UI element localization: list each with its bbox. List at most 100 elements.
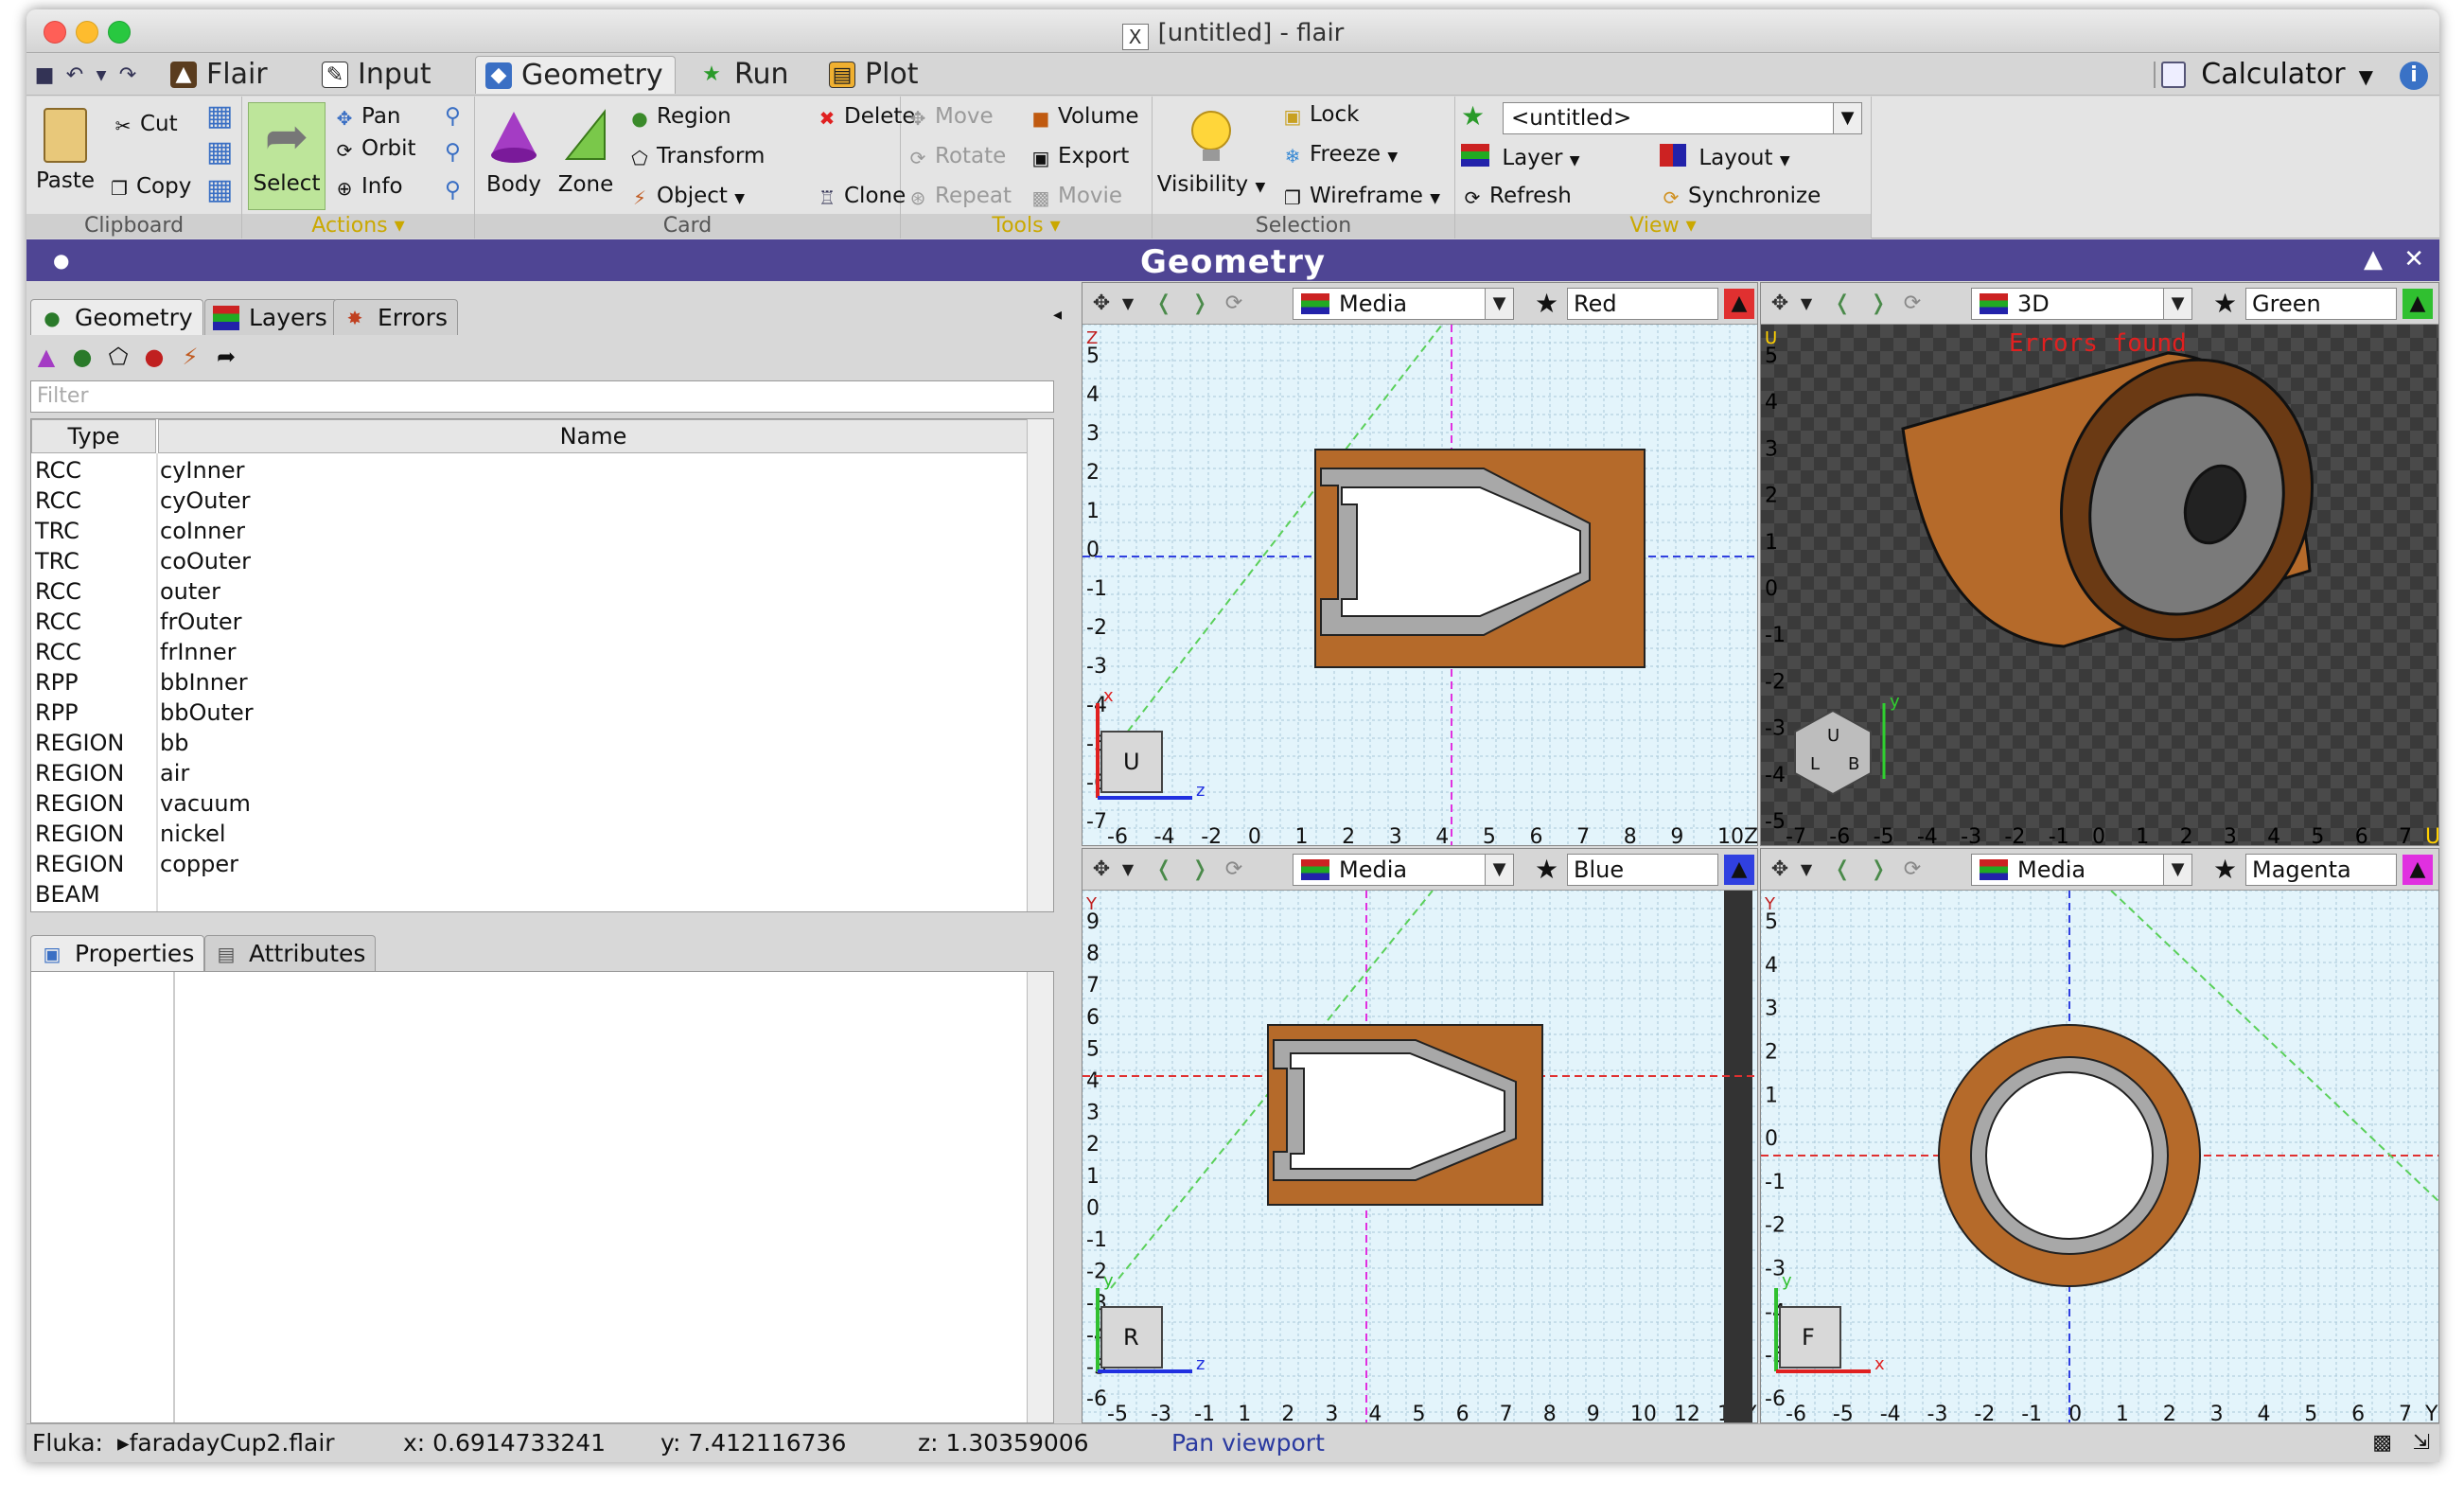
layer-button[interactable]: Layer ▼ [1461, 144, 1580, 175]
clone-button[interactable]: ♖ Clone [816, 182, 906, 210]
filter-region-icon[interactable]: ● [68, 343, 97, 371]
table-row[interactable]: RCC frOuter [31, 607, 1053, 637]
select-button[interactable]: ➦ Select [248, 102, 326, 210]
lock-button[interactable]: ▣ Lock [1281, 100, 1360, 129]
tab-properties[interactable]: ▣ Properties [30, 935, 205, 971]
table-row[interactable]: RCC cyOuter [31, 486, 1053, 516]
movie-button[interactable]: ▩ Movie [1030, 182, 1123, 210]
grid-select-icon[interactable]: ▦ [206, 102, 233, 131]
viewport-forward-icon[interactable]: ❭ [1187, 291, 1213, 317]
volume-button[interactable]: ■ Volume [1030, 102, 1139, 131]
visibility-button[interactable]: Visibility ▼ [1153, 108, 1270, 197]
object-button[interactable]: ⚡ Object ▼ [628, 182, 745, 213]
viewport-2[interactable]: ✥ ▼ ❬ ❭ ⟳ 3D ▼ ★ Green ▲ 5 4 3 2 1 0 -1 -2 -3 -4 -5 -7 -6 -5 -4-… [1760, 282, 2439, 846]
column-name[interactable]: Name [158, 419, 1029, 453]
table-row[interactable]: REGION bb [31, 728, 1053, 758]
layer-select[interactable]: Media ▼ [1293, 288, 1514, 320]
paste-button[interactable]: Paste [32, 108, 98, 193]
resize-grip-icon[interactable]: ⇲ [2413, 1424, 2430, 1462]
viewport-forward-icon[interactable]: ❭ [1187, 856, 1213, 883]
star-icon[interactable]: ★ [1535, 291, 1558, 317]
viewport-color-field[interactable]: Magenta [2245, 854, 2397, 886]
calculator-menu[interactable]: Calculator ▼ [2157, 56, 2373, 96]
copy-button[interactable]: ❐ Copy [108, 172, 191, 201]
zone-button[interactable]: Zone [553, 108, 619, 197]
properties-scrollbar[interactable] [1027, 972, 1053, 1422]
table-row[interactable]: RCC cyInner [31, 455, 1053, 486]
move-button[interactable]: ✥ Move [906, 102, 994, 131]
layer-select[interactable]: 3D ▼ [1971, 288, 2192, 320]
rotate-button[interactable]: ⟳ Rotate [906, 142, 1007, 170]
viewport-color-field[interactable]: Blue [1567, 854, 1718, 886]
viewport-action-dropdown-icon[interactable]: ▼ [1115, 856, 1141, 883]
wireframe-button[interactable]: ❐ Wireframe ▼ [1281, 182, 1440, 213]
grid-select-2-icon[interactable]: ▦ [206, 138, 233, 167]
undo-icon[interactable]: ↶ [62, 63, 87, 88]
table-row[interactable]: REGION vacuum [31, 788, 1053, 819]
view-group-label[interactable]: View ▾ [1455, 214, 1871, 238]
viewport-action-icon[interactable]: ✥ [1088, 856, 1115, 883]
viewport-forward-icon[interactable]: ❭ [1865, 856, 1892, 883]
table-row[interactable]: REGION copper [31, 849, 1053, 879]
refresh-button[interactable]: ⟳ Refresh [1461, 182, 1572, 210]
zoom-fit-icon[interactable]: ⚲ [445, 176, 461, 204]
zoom-out-icon[interactable]: ⚲ [445, 138, 461, 167]
table-row[interactable]: RCC frInner [31, 637, 1053, 667]
screenshot-icon[interactable]: ▩ [2372, 1424, 2392, 1462]
repeat-button[interactable]: ⊛ Repeat [906, 182, 1012, 210]
redo-icon[interactable]: ↷ [115, 63, 140, 88]
viewport-action-icon[interactable]: ✥ [1767, 856, 1793, 883]
table-row[interactable]: RPP bbInner [31, 667, 1053, 698]
viewport-action-icon[interactable]: ✥ [1088, 291, 1115, 317]
filter-body-icon[interactable]: ▲ [32, 343, 61, 371]
column-type[interactable]: Type [31, 419, 156, 453]
viewport-action-dropdown-icon[interactable]: ▼ [1115, 291, 1141, 317]
viewport-reset-icon[interactable]: ⟳ [1899, 291, 1926, 317]
viewport-reset-icon[interactable]: ⟳ [1221, 856, 1247, 883]
freeze-button[interactable]: ❄ Freeze ▼ [1281, 140, 1399, 171]
viewport-action-dropdown-icon[interactable]: ▼ [1793, 856, 1820, 883]
viewport-back-icon[interactable]: ❬ [1829, 291, 1856, 317]
tab-flair[interactable]: ▲ Flair [161, 56, 279, 94]
region-button[interactable]: ● Region [628, 102, 730, 131]
viewport-color-field[interactable]: Green [2245, 288, 2397, 320]
synchronize-button[interactable]: ⟳ Synchronize [1660, 182, 1822, 210]
table-row[interactable]: REGION nickel [31, 819, 1053, 849]
table-row[interactable]: TRC coInner [31, 516, 1053, 546]
layout-button[interactable]: Layout ▼ [1660, 144, 1790, 175]
filter-transform-icon[interactable]: ⬠ [104, 343, 132, 371]
project-select[interactable]: <untitled> ▼ [1503, 102, 1862, 134]
viewport-back-icon[interactable]: ❬ [1151, 856, 1177, 883]
info-icon[interactable]: i [2400, 62, 2428, 90]
viewport-color-button[interactable]: ▲ [2402, 855, 2433, 885]
viewport-3[interactable]: ✥▼❬❭⟳Media▼★Blue▲9876543210-1-2-3-4-5-6-… [1082, 848, 1758, 1423]
tab-attributes[interactable]: ▤ Attributes [204, 935, 377, 971]
viewport-action-dropdown-icon[interactable]: ▼ [1793, 291, 1820, 317]
undo-dropdown-icon[interactable]: ▼ [89, 63, 114, 88]
table-row[interactable]: TRC coOuter [31, 546, 1053, 576]
layer-select[interactable]: Media ▼ [1293, 854, 1514, 886]
close-panel-icon[interactable]: ✕ [2403, 245, 2424, 274]
tab-run[interactable]: ★ Run [689, 56, 801, 94]
table-row[interactable]: BEAM [31, 879, 1053, 909]
viewport-color-field[interactable]: Red [1567, 288, 1718, 320]
viewport-reset-icon[interactable]: ⟳ [1899, 856, 1926, 883]
viewport-back-icon[interactable]: ❬ [1829, 856, 1856, 883]
table-row[interactable]: RCC outer [31, 576, 1053, 607]
tools-group-label[interactable]: Tools ▾ [901, 214, 1152, 238]
tab-input[interactable]: ✎ Input [312, 56, 443, 94]
viewport-1[interactable]: ✥▼❬❭⟳Media▼★Red▲543210-1-2-3-4-5-6-7-6-4… [1082, 282, 1758, 846]
orbit-button[interactable]: ⟳ Orbit [333, 134, 416, 163]
table-row[interactable]: REGION air [31, 758, 1053, 788]
info-button[interactable]: ⊕ Info [333, 172, 403, 201]
tab-panel-errors[interactable]: ✸ Errors [333, 299, 458, 335]
tab-plot[interactable]: ▤ Plot [819, 56, 930, 94]
panel-collapse-icon[interactable]: ◂ [1053, 305, 1062, 325]
viewport-color-button[interactable]: ▲ [1724, 855, 1754, 885]
star-icon[interactable]: ★ [1535, 856, 1558, 883]
table-row[interactable]: RPP bbOuter [31, 698, 1053, 728]
filter-input[interactable]: Filter [30, 380, 1054, 413]
viewport-reset-icon[interactable]: ⟳ [1221, 291, 1247, 317]
list-scrollbar[interactable] [1027, 419, 1053, 911]
layer-select[interactable]: Media ▼ [1971, 854, 2192, 886]
